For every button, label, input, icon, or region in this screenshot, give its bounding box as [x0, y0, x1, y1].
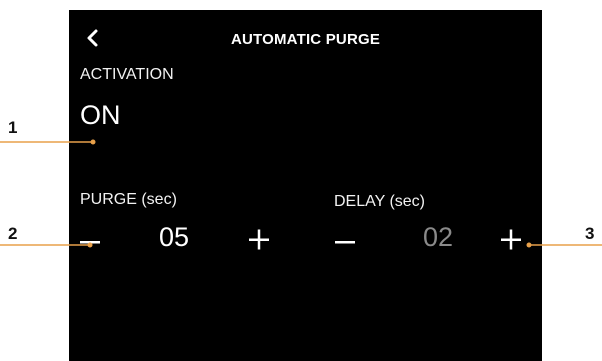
callout-line-3 [526, 242, 602, 248]
plus-icon [249, 229, 269, 250]
callout-number-1: 1 [8, 118, 18, 137]
screen: AUTOMATIC PURGE ACTIVATION ON PURGE (sec… [69, 10, 542, 361]
callout-line-1 [0, 139, 96, 145]
page-title: AUTOMATIC PURGE [230, 31, 381, 48]
delay-decrease-button[interactable] [335, 235, 357, 254]
delay-increase-button[interactable] [501, 229, 523, 256]
activation-toggle[interactable]: ON [80, 100, 121, 131]
purge-increase-button[interactable] [249, 229, 271, 256]
minus-icon [335, 241, 355, 244]
delay-label: DELAY (sec) [334, 193, 425, 210]
callout-line-2 [0, 242, 93, 248]
plus-icon [501, 229, 521, 250]
purge-value: 05 [159, 222, 190, 252]
activation-label: ACTIVATION [80, 66, 174, 83]
delay-value: 02 [423, 222, 454, 252]
purge-label: PURGE (sec) [80, 191, 177, 208]
